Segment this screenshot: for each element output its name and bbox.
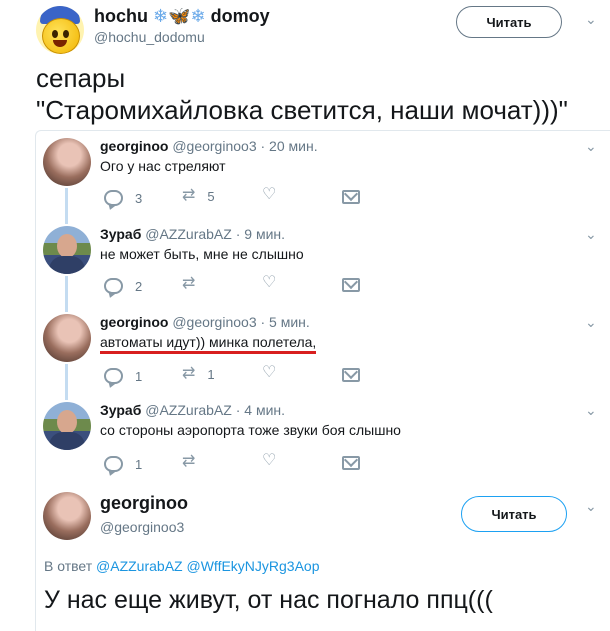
- message-icon: [342, 278, 360, 292]
- like-action[interactable]: ♡: [262, 365, 276, 381]
- reply-author[interactable]: Зураб @AZZurabAZ · 4 мин.: [100, 402, 285, 418]
- reply-action[interactable]: 1: [104, 368, 142, 384]
- tweet-text: сепары "Старомихайловка светится, наши м…: [36, 62, 568, 126]
- avatar[interactable]: [43, 314, 91, 362]
- snowflake-icon: ❄: [153, 6, 169, 26]
- author-handle[interactable]: @georginoo3: [100, 519, 184, 535]
- author-handle: @AZZurabAZ: [145, 402, 232, 418]
- chevron-down-icon[interactable]: ⌄: [585, 402, 597, 419]
- message-action[interactable]: [342, 368, 360, 382]
- chevron-down-icon[interactable]: ⌄: [585, 226, 597, 243]
- like-action[interactable]: ♡: [262, 453, 276, 469]
- like-icon: ♡: [262, 452, 277, 469]
- thread-connector: [65, 188, 68, 224]
- mention-link[interactable]: @WffEkyNJyRg3Aop: [187, 558, 320, 574]
- chevron-down-icon[interactable]: ⌄: [585, 11, 597, 28]
- author-name[interactable]: georginoo: [100, 493, 188, 514]
- like-action[interactable]: ♡: [262, 187, 276, 203]
- tweet-text: У нас еще живут, от нас погнало ппц(((: [44, 586, 493, 614]
- author-name: Зураб: [100, 402, 142, 418]
- like-icon: ♡: [262, 274, 277, 291]
- user-handle[interactable]: @hochu_dodomu: [94, 29, 205, 45]
- thread-connector: [65, 364, 68, 400]
- avatar[interactable]: [43, 492, 91, 540]
- reply-count: 3: [135, 190, 143, 206]
- snowflake-icon: ❄: [190, 6, 206, 26]
- chevron-down-icon[interactable]: ⌄: [585, 138, 597, 155]
- avatar[interactable]: [43, 138, 91, 186]
- reply-count: 1: [135, 368, 143, 384]
- reply-author[interactable]: Зураб @AZZurabAZ · 9 мин.: [100, 226, 285, 242]
- butterfly-icon: 🦋: [168, 6, 191, 26]
- chevron-down-icon[interactable]: ⌄: [585, 498, 597, 515]
- avatar[interactable]: [43, 226, 91, 274]
- timestamp: · 5 мин.: [260, 314, 310, 330]
- tweet-line-2: "Старомихайловка светится, наши мочат)))…: [36, 95, 568, 125]
- timestamp: · 4 мин.: [235, 402, 286, 418]
- retweet-action[interactable]: ⇄ 1: [182, 366, 215, 382]
- retweet-action[interactable]: ⇄ 5: [182, 188, 215, 204]
- reply-action[interactable]: 1: [104, 456, 142, 472]
- reply-author[interactable]: georginoo @georginoo3 · 20 мин.: [100, 138, 318, 154]
- mention-link[interactable]: @AZZurabAZ: [96, 558, 183, 574]
- retweet-icon: ⇄: [182, 187, 196, 204]
- reply-action[interactable]: 2: [104, 278, 142, 294]
- author-name: georginoo: [100, 314, 169, 330]
- reply-icon: [104, 368, 123, 384]
- reply-text: Ого у нас стреляют: [100, 158, 226, 174]
- follow-button[interactable]: Читать: [461, 496, 567, 532]
- message-action[interactable]: [342, 456, 360, 470]
- message-action[interactable]: [342, 190, 360, 204]
- message-action[interactable]: [342, 278, 360, 292]
- retweet-icon: ⇄: [182, 275, 196, 292]
- reply-author[interactable]: georginoo @georginoo3 · 5 мин.: [100, 314, 310, 330]
- retweet-icon: ⇄: [182, 365, 196, 382]
- timestamp: · 9 мин.: [235, 226, 286, 242]
- profile-avatar[interactable]: [36, 6, 84, 54]
- author-handle: @AZZurabAZ: [145, 226, 232, 242]
- timestamp: · 20 мин.: [260, 138, 318, 154]
- reply-text: не может быть, мне не слышно: [100, 246, 304, 262]
- thread-connector: [65, 276, 68, 312]
- reply-context: В ответ @AZZurabAZ @WffEkyNJyRg3Aop: [44, 558, 320, 574]
- message-icon: [342, 456, 360, 470]
- reply-count: 2: [135, 278, 143, 294]
- author-handle: @georginoo3: [172, 314, 257, 330]
- reply-icon: [104, 278, 123, 294]
- author-handle: @georginoo3: [172, 138, 257, 154]
- reply-text: автоматы идут)) минка полетела,: [100, 334, 317, 354]
- display-name-left: hochu: [94, 6, 148, 26]
- like-icon: ♡: [262, 186, 277, 203]
- author-name: Зураб: [100, 226, 142, 242]
- like-action[interactable]: ♡: [262, 275, 276, 291]
- message-icon: [342, 368, 360, 382]
- follow-button[interactable]: Читать: [456, 6, 562, 38]
- retweet-count: 5: [207, 188, 215, 204]
- retweet-action[interactable]: ⇄: [182, 276, 195, 292]
- reply-icon: [104, 190, 123, 206]
- tweet-line-1: сепары: [36, 63, 126, 93]
- reply-text: со стороны аэропорта тоже звуки боя слыш…: [100, 422, 401, 438]
- retweet-action[interactable]: ⇄: [182, 454, 195, 470]
- reply-action[interactable]: 3: [104, 190, 142, 206]
- message-icon: [342, 190, 360, 204]
- avatar[interactable]: [43, 402, 91, 450]
- reply-count: 1: [135, 456, 143, 472]
- display-name[interactable]: hochu ❄🦋❄ domoy: [94, 6, 270, 27]
- display-name-right: domoy: [210, 6, 270, 26]
- chevron-down-icon[interactable]: ⌄: [585, 314, 597, 331]
- reply-icon: [104, 456, 123, 472]
- like-icon: ♡: [262, 364, 277, 381]
- highlighted-text: автоматы идут)) минка полетела,: [100, 334, 317, 354]
- reply-prefix: В ответ: [44, 558, 93, 574]
- author-name: georginoo: [100, 138, 169, 154]
- retweet-count: 1: [207, 366, 215, 382]
- retweet-icon: ⇄: [182, 453, 196, 470]
